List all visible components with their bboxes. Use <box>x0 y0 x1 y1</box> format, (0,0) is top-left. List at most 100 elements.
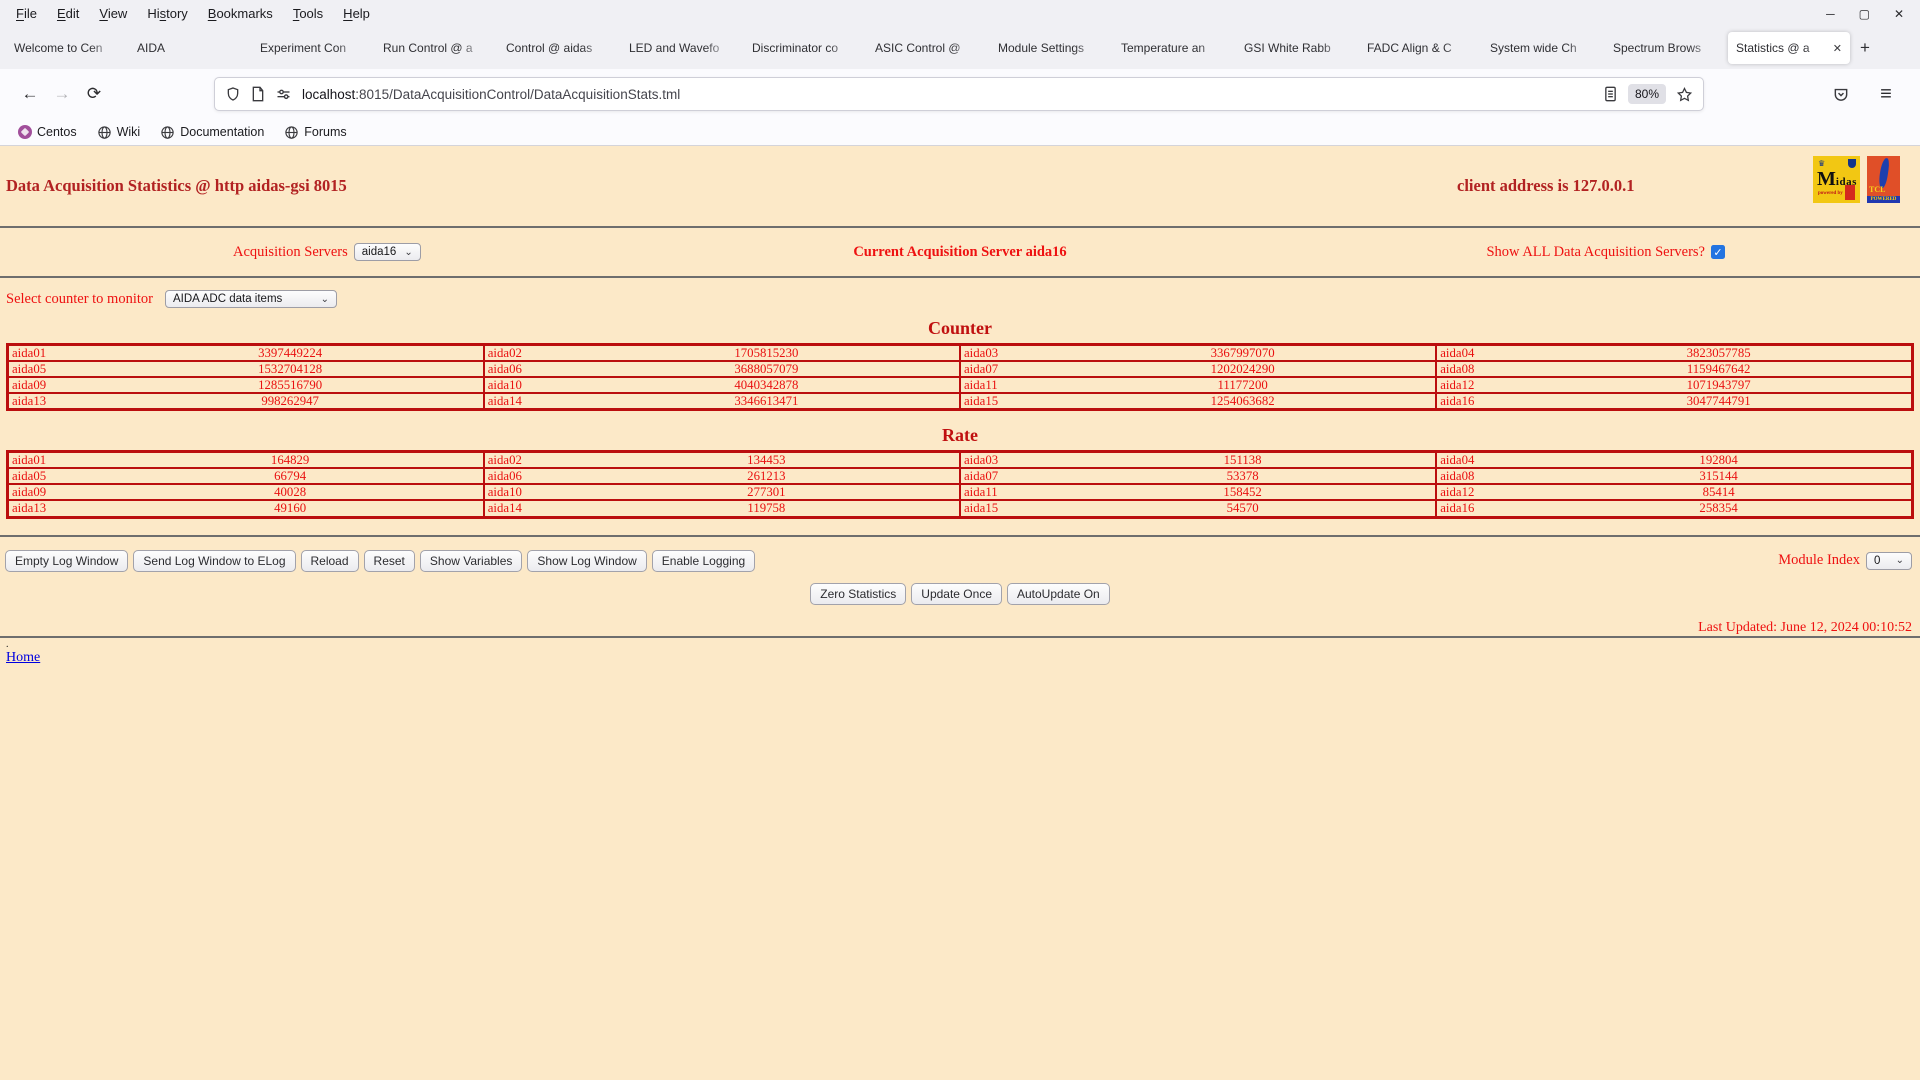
send-log-window-to-elog-button[interactable]: Send Log Window to ELog <box>133 549 296 572</box>
tab-module-settings[interactable]: Module Settings <box>990 32 1112 64</box>
autoupdate-on-button[interactable]: AutoUpdate On <box>1007 582 1110 605</box>
bookmark-wiki[interactable]: Wiki <box>89 123 149 142</box>
counter-server-name: aida07 <box>959 360 1050 379</box>
tab-label: Spectrum Brows <box>1613 41 1702 55</box>
tab-experiment-con[interactable]: Experiment Con <box>252 32 374 64</box>
update-once-button[interactable]: Update Once <box>911 582 1002 605</box>
home-link[interactable]: Home <box>6 650 40 666</box>
pocket-icon[interactable] <box>1832 86 1850 103</box>
tab-label: LED and Wavefo <box>629 41 720 55</box>
app-menu-icon[interactable]: ≡ <box>1870 78 1902 110</box>
bookmark-centos[interactable]: Centos <box>10 123 85 141</box>
url-bar[interactable]: localhost:8015/DataAcquisitionControl/Da… <box>214 77 1704 111</box>
permissions-icon[interactable] <box>275 86 292 102</box>
zero-statistics-button[interactable]: Zero Statistics <box>810 582 907 605</box>
counter-server-name: aida16 <box>1435 392 1527 411</box>
tab-aida[interactable]: AIDA <box>129 32 251 64</box>
tab-welcome-to-cen[interactable]: Welcome to Cen <box>6 32 128 64</box>
close-tab-icon[interactable]: ✕ <box>1833 42 1842 55</box>
rate-value: 53378 <box>1050 467 1438 486</box>
tab-control-aidas[interactable]: Control @ aidas <box>498 32 620 64</box>
tab-label: Experiment Con <box>260 41 347 55</box>
counter-monitor-select[interactable]: AIDA ADC data items ⌄ <box>164 290 337 308</box>
counter-server-name: aida15 <box>959 392 1050 411</box>
rate-server-name: aida03 <box>959 450 1050 470</box>
reload-button[interactable]: Reload <box>300 549 359 572</box>
reload-button[interactable]: ⟳ <box>78 78 110 110</box>
rate-heading: Rate <box>942 425 978 446</box>
tab-asic-control[interactable]: ASIC Control @ <box>867 32 989 64</box>
tab-statistics-a[interactable]: Statistics @ a ✕ <box>1728 32 1850 64</box>
bookmark-documentation[interactable]: Documentation <box>152 123 272 142</box>
rate-server-name: aida08 <box>1435 467 1527 486</box>
reset-button[interactable]: Reset <box>363 549 415 572</box>
midas-logo: ♛ Midas powered by <box>1813 156 1860 203</box>
module-index-select[interactable]: 0 ⌄ <box>1866 551 1912 570</box>
show-log-window-button[interactable]: Show Log Window <box>527 549 647 572</box>
empty-log-window-button[interactable]: Empty Log Window <box>5 549 129 572</box>
rate-server-name: aida10 <box>482 483 574 502</box>
menu-view[interactable]: View <box>89 6 137 21</box>
tab-discriminator-co[interactable]: Discriminator co <box>744 32 866 64</box>
tab-fadc-align-c[interactable]: FADC Align & C <box>1359 32 1481 64</box>
acquisition-server-select[interactable]: aida16 ⌄ <box>353 243 421 261</box>
tab-label: Welcome to Cen <box>14 41 103 55</box>
rate-server-name: aida06 <box>482 467 574 486</box>
forward-button[interactable]: → <box>46 78 78 110</box>
back-button[interactable]: ← <box>14 78 46 110</box>
tab-led-and-wavefo[interactable]: LED and Wavefo <box>621 32 743 64</box>
centos-icon <box>18 125 32 139</box>
bookmark-label: Centos <box>37 125 77 139</box>
minimize-icon[interactable]: ─ <box>1826 8 1835 20</box>
menu-help[interactable]: Help <box>333 6 380 21</box>
globe-icon <box>97 125 111 139</box>
tab-run-control-a[interactable]: Run Control @ a <box>375 32 497 64</box>
menu-bar: File Edit View History Bookmarks Tools Help ─ … <box>0 0 1920 27</box>
shield-icon[interactable] <box>225 86 241 102</box>
counter-server-name: aida04 <box>1435 343 1527 363</box>
rate-row: aida13 49160 aida14 119758 aida15 54570 aida16… <box>6 499 1914 518</box>
menu-file[interactable]: File <box>6 6 47 21</box>
tab-label: FADC Align & C <box>1367 41 1452 55</box>
tab-label: Run Control @ a <box>383 41 473 55</box>
bookmark-star-icon[interactable] <box>1676 86 1693 103</box>
acquisition-servers-label: Acquisition Servers <box>233 243 348 260</box>
tab-system-wide-ch[interactable]: System wide Ch <box>1482 32 1604 64</box>
enable-logging-button[interactable]: Enable Logging <box>651 549 756 572</box>
new-tab-button[interactable]: + <box>1851 34 1879 62</box>
rate-server-name: aida13 <box>6 499 98 518</box>
counter-value: 1202024290 <box>1050 360 1438 379</box>
menu-bookmarks[interactable]: Bookmarks <box>198 6 283 21</box>
menu-history[interactable]: History <box>137 6 197 21</box>
url-text[interactable]: localhost:8015/DataAcquisitionControl/Da… <box>302 87 680 102</box>
counter-value: 4040342878 <box>573 376 962 395</box>
reader-mode-icon[interactable] <box>1603 86 1618 102</box>
rate-server-name: aida07 <box>959 467 1050 486</box>
show-variables-button[interactable]: Show Variables <box>419 549 523 572</box>
show-all-checkbox[interactable]: ✓ <box>1711 245 1725 259</box>
rate-server-name: aida05 <box>6 467 98 486</box>
counter-row: aida13 998262947 aida14 3346613471 aida15 125… <box>6 392 1914 411</box>
page-info-icon[interactable] <box>251 86 265 102</box>
current-server-text: Current Acquisition Server aida16 <box>853 243 1067 260</box>
rate-row: aida05 66794 aida06 261213 aida07 53378 aida08… <box>6 467 1914 486</box>
menu-tools[interactable]: Tools <box>283 6 333 21</box>
stray-dot: . <box>6 638 9 650</box>
show-all-label: Show ALL Data Acquisition Servers? <box>1486 243 1705 260</box>
zoom-level-badge[interactable]: 80% <box>1627 84 1666 104</box>
client-address: client address is 127.0.0.1 <box>1457 176 1635 195</box>
tab-label: Control @ aidas <box>506 41 593 55</box>
close-window-icon[interactable]: ✕ <box>1894 8 1904 20</box>
tab-spectrum-brows[interactable]: Spectrum Brows <box>1605 32 1727 64</box>
chevron-down-icon: ⌄ <box>404 246 413 258</box>
bookmark-forums[interactable]: Forums <box>276 123 354 142</box>
tab-temperature-an[interactable]: Temperature an <box>1113 32 1235 64</box>
menu-edit[interactable]: Edit <box>47 6 89 21</box>
maximize-icon[interactable]: ▢ <box>1859 8 1870 20</box>
tab-label: Temperature an <box>1121 41 1206 55</box>
tab-gsi-white-rabb[interactable]: GSI White Rabb <box>1236 32 1358 64</box>
rate-value: 258354 <box>1526 499 1914 518</box>
rate-server-name: aida16 <box>1435 499 1527 518</box>
bookmark-label: Wiki <box>116 125 141 139</box>
server-row: Acquisition Servers aida16 ⌄ Current Acq… <box>0 228 1920 276</box>
